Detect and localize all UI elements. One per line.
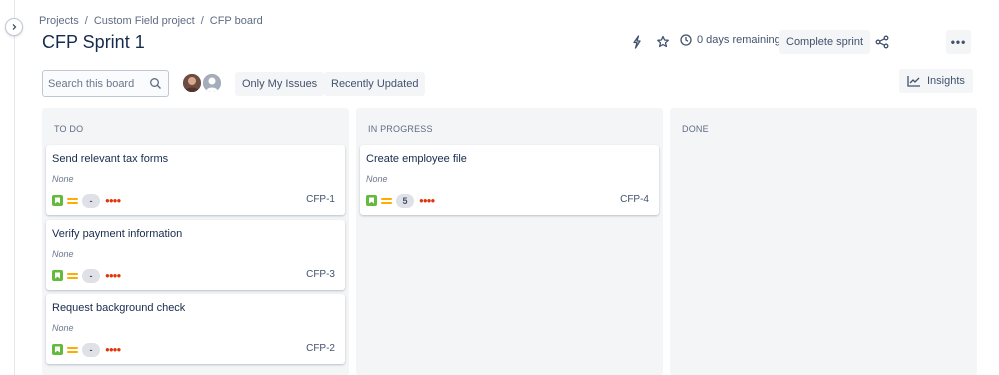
breadcrumb-separator: / (200, 15, 204, 27)
card-summary: Verify payment information (52, 228, 183, 240)
column-in-progress: IN PROGRESS Create employee file None 5 … (356, 108, 663, 375)
filter-only-my-issues[interactable]: Only My Issues (235, 72, 325, 96)
story-icon (52, 344, 63, 355)
star-button[interactable] (652, 31, 674, 53)
story-icon (366, 195, 377, 206)
column-title: DONE (682, 124, 709, 134)
days-remaining: 0 days remaining (680, 34, 781, 46)
issue-card[interactable]: Create employee file None 5 ●●●● CFP-4 (360, 145, 659, 215)
star-icon (657, 35, 669, 48)
search-box (42, 70, 169, 97)
breadcrumb-projects[interactable]: Projects (39, 15, 79, 27)
breadcrumb-project[interactable]: Custom Field project (94, 15, 195, 27)
complete-sprint-button[interactable]: Complete sprint (779, 30, 871, 54)
issue-key[interactable]: CFP-3 (306, 269, 335, 280)
lightning-icon (633, 35, 641, 49)
story-icon (52, 270, 63, 281)
insights-label: Insights (927, 75, 965, 87)
column-title: TO DO (54, 124, 84, 134)
card-custom-field: None (52, 174, 74, 184)
issue-key[interactable]: CFP-1 (306, 194, 335, 205)
search-input[interactable] (48, 77, 148, 90)
user-photo-icon (183, 74, 201, 92)
search-icon[interactable] (149, 77, 162, 90)
page-title: CFP Sprint 1 (42, 32, 145, 52)
chart-line-icon (907, 76, 920, 87)
priority-medium-icon (67, 270, 78, 281)
automation-button[interactable] (626, 31, 648, 53)
card-footer: 5 ●●●● CFP-4 (366, 194, 653, 208)
avatar-user[interactable] (181, 72, 203, 94)
side-rail (0, 0, 15, 375)
story-icon (52, 195, 63, 206)
card-summary: Send relevant tax forms (52, 153, 169, 165)
dots-icon: ●●●● (105, 196, 121, 205)
card-footer: - ●●●● CFP-2 (52, 343, 339, 357)
share-button[interactable] (871, 31, 893, 53)
breadcrumb: Projects / Custom Field project / CFP bo… (39, 15, 263, 27)
priority-medium-icon (67, 344, 78, 355)
estimate-badge: - (82, 343, 100, 357)
breadcrumb-board[interactable]: CFP board (210, 15, 263, 27)
issue-key[interactable]: CFP-2 (306, 343, 335, 354)
issue-card[interactable]: Request background check None - ●●●● CFP… (46, 294, 345, 364)
card-custom-field: None (52, 323, 74, 333)
estimate-badge: 5 (396, 194, 414, 208)
issue-card[interactable]: Send relevant tax forms None - ●●●● CFP-… (46, 145, 345, 215)
card-custom-field: None (52, 249, 74, 259)
avatar-unassigned[interactable] (201, 72, 223, 94)
priority-medium-icon (67, 195, 78, 206)
dots-icon: ●●●● (419, 196, 435, 205)
column-todo: TO DO Send relevant tax forms None - ●●●… (42, 108, 349, 375)
card-summary: Create employee file (366, 153, 467, 165)
breadcrumb-separator: / (84, 15, 88, 27)
card-custom-field: None (366, 174, 388, 184)
card-footer: - ●●●● CFP-3 (52, 269, 339, 283)
estimate-badge: - (82, 194, 100, 208)
issue-card[interactable]: Verify payment information None - ●●●● C… (46, 220, 345, 290)
column-done: DONE (670, 108, 977, 375)
dots-icon: ●●●● (105, 271, 121, 280)
insights-button[interactable]: Insights (899, 69, 973, 93)
estimate-badge: - (82, 269, 100, 283)
card-footer: - ●●●● CFP-1 (52, 194, 339, 208)
filter-recently-updated[interactable]: Recently Updated (324, 72, 426, 96)
share-icon (875, 35, 889, 49)
more-actions-button[interactable]: ••• (946, 30, 971, 54)
clock-icon (680, 34, 692, 46)
chevron-right-icon (12, 24, 17, 30)
priority-medium-icon (381, 195, 392, 206)
days-remaining-text: 0 days remaining (697, 34, 781, 46)
sidebar-collapse-button[interactable] (5, 18, 23, 36)
issue-key[interactable]: CFP-4 (620, 194, 649, 205)
dots-icon: ●●●● (105, 345, 121, 354)
column-title: IN PROGRESS (368, 124, 433, 134)
card-summary: Request background check (52, 302, 186, 314)
person-icon (203, 74, 221, 92)
